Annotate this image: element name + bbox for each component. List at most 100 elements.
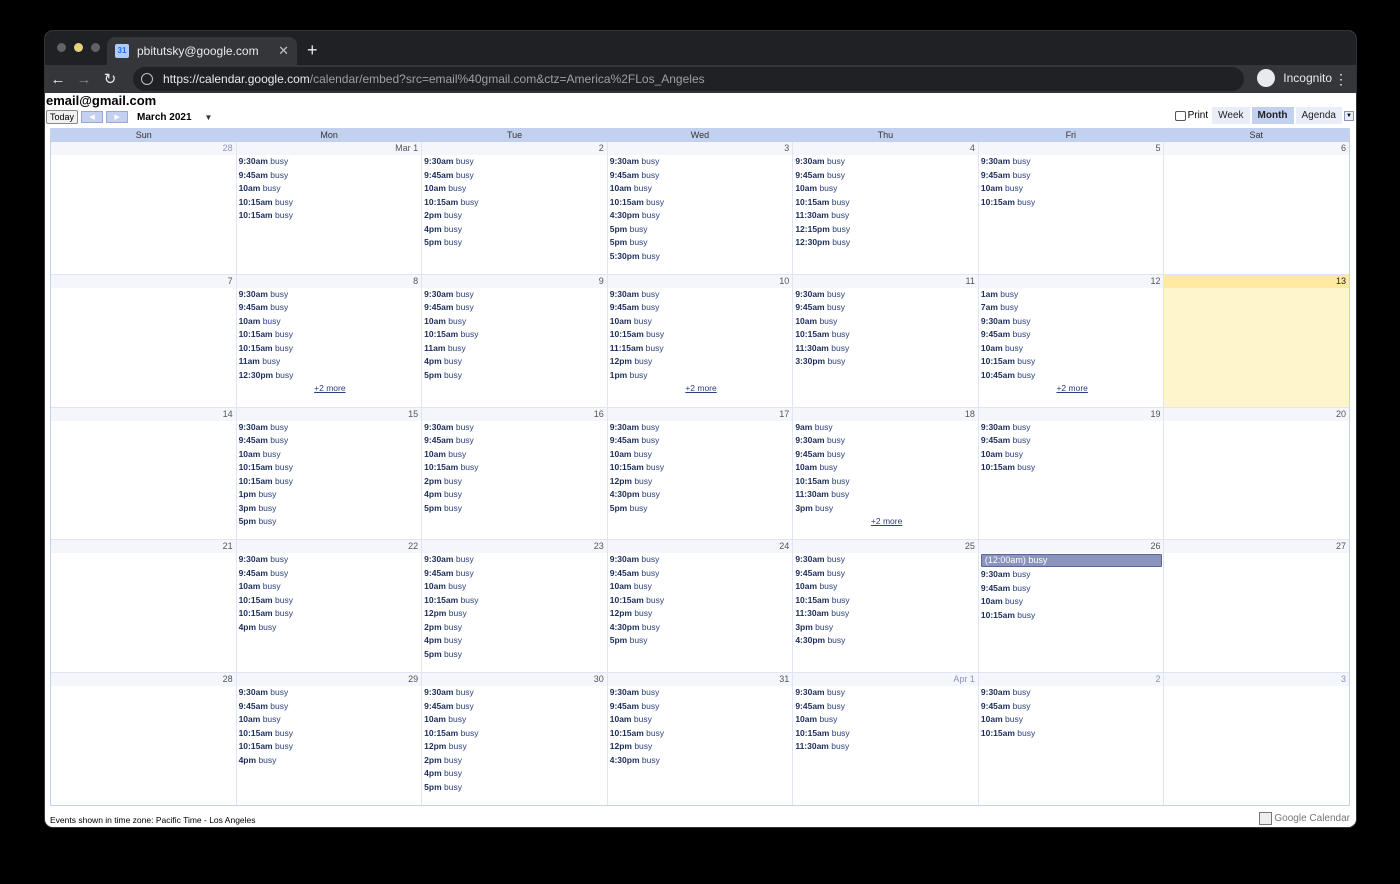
maximize-window-button[interactable]	[91, 43, 100, 52]
event-item[interactable]: 9:45am busy	[610, 434, 793, 448]
event-item[interactable]: 9:30am busy	[795, 155, 978, 169]
event-item[interactable]: 9:30am busy	[795, 553, 978, 567]
day-number[interactable]: 30	[422, 673, 607, 687]
day-number[interactable]: Apr 1	[793, 673, 978, 687]
day-number[interactable]: 16	[422, 407, 607, 421]
event-item[interactable]: 10:15am busy	[981, 461, 1164, 475]
event-item[interactable]: 10am busy	[981, 595, 1164, 609]
event-item[interactable]: 10:15am busy	[239, 475, 422, 489]
event-item[interactable]: 10am busy	[981, 713, 1164, 727]
more-events-link[interactable]: +2 more	[610, 382, 793, 395]
event-item[interactable]: 10am busy	[981, 448, 1164, 462]
event-item[interactable]: 10am busy	[239, 315, 422, 329]
event-item[interactable]: 4:30pm busy	[610, 488, 793, 502]
browser-tab[interactable]: 31 pbitutsky@google.com ✕	[107, 37, 297, 65]
day-number[interactable]: Mar 1	[236, 142, 422, 155]
day-number[interactable]: 19	[978, 407, 1164, 421]
day-cell[interactable]: Mar 1 9:30am busy 9:45am busy 10am busy 10:1…	[235, 142, 422, 274]
event-item[interactable]: 4:30pm busy	[610, 621, 793, 635]
more-events-link[interactable]: +2 more	[795, 515, 978, 528]
event-item[interactable]: 9:45am busy	[239, 567, 422, 581]
event-item[interactable]: 10:15am busy	[239, 342, 422, 356]
event-item[interactable]: 9:45am busy	[981, 169, 1164, 183]
event-item[interactable]: 10am busy	[424, 315, 607, 329]
event-item[interactable]: 9:45am busy	[981, 434, 1164, 448]
event-item[interactable]: 10:15am busy	[239, 196, 422, 210]
event-item[interactable]: 10:15am busy	[424, 594, 607, 608]
day-number[interactable]: 27	[1164, 540, 1350, 554]
event-item[interactable]: 3pm busy	[795, 502, 978, 516]
event-item[interactable]: 9:45am busy	[610, 169, 793, 183]
event-item[interactable]: 10am busy	[795, 713, 978, 727]
day-cell[interactable]: 30 9:30am busy 9:45am busy 10am busy 10:15am…	[421, 673, 607, 805]
day-number[interactable]: 25	[793, 540, 978, 554]
event-item[interactable]: 12:30pm busy	[239, 369, 422, 383]
event-item[interactable]: 10am busy	[239, 182, 422, 196]
day-number[interactable]: 11	[793, 274, 978, 288]
event-item[interactable]: 10:45am busy	[981, 369, 1164, 383]
event-item[interactable]: 9:45am busy	[795, 169, 978, 183]
day-number[interactable]: 8	[236, 274, 422, 288]
event-item[interactable]: 9:45am busy	[981, 700, 1164, 714]
event-item[interactable]: 10am busy	[795, 580, 978, 594]
day-number[interactable]: 2	[978, 673, 1164, 687]
day-cell[interactable]: 20	[1163, 407, 1350, 540]
event-item[interactable]: 4pm busy	[424, 223, 607, 237]
day-cell[interactable]: 6	[1163, 142, 1350, 274]
event-item[interactable]: 11:30am busy	[795, 342, 978, 356]
event-item[interactable]: 9:30am busy	[239, 553, 422, 567]
event-item[interactable]: 9:45am busy	[239, 434, 422, 448]
event-item[interactable]: 2pm busy	[424, 754, 607, 768]
event-item[interactable]: 9:45am busy	[424, 567, 607, 581]
event-item[interactable]: 4pm busy	[424, 634, 607, 648]
event-item[interactable]: 10:15am busy	[795, 475, 978, 489]
event-item[interactable]: 1am busy	[981, 288, 1164, 302]
event-item[interactable]: 9:45am busy	[795, 301, 978, 315]
event-item[interactable]: 12pm busy	[610, 355, 793, 369]
event-item[interactable]: 10am busy	[239, 580, 422, 594]
day-cell[interactable]: 3	[1163, 673, 1350, 805]
event-item[interactable]: 9:30am busy	[239, 686, 422, 700]
day-cell[interactable]: 26 (12:00am) busy 9:30am busy 9:45am busy 10…	[977, 540, 1164, 673]
day-number[interactable]: 23	[422, 540, 607, 554]
day-number[interactable]: 14	[51, 407, 236, 421]
event-item[interactable]: 10am busy	[795, 182, 978, 196]
day-cell[interactable]: 25 9:30am busy 9:45am busy 10am busy 10:15am…	[792, 540, 978, 673]
day-number[interactable]: 3	[1164, 673, 1350, 687]
event-item[interactable]: 2pm busy	[424, 621, 607, 635]
event-item[interactable]: 4:30pm busy	[610, 209, 793, 223]
event-item[interactable]: 9:45am busy	[610, 301, 793, 315]
day-cell[interactable]: 2 9:30am busy 9:45am busy 10am busy 10:15am …	[421, 142, 607, 274]
new-tab-icon[interactable]: +	[307, 40, 318, 61]
event-item[interactable]: 12:15pm busy	[795, 223, 978, 237]
day-cell[interactable]: 13	[1163, 274, 1350, 407]
event-item[interactable]: 10am busy	[981, 342, 1164, 356]
event-item[interactable]: 11:30am busy	[795, 607, 978, 621]
day-cell[interactable]: 2 9:30am busy 9:45am busy 10am busy 10:15am …	[977, 673, 1164, 805]
event-item[interactable]: 2pm busy	[424, 475, 607, 489]
event-item[interactable]: 9:45am busy	[795, 567, 978, 581]
event-item[interactable]: 9:30am busy	[610, 155, 793, 169]
event-item[interactable]: 9:30am busy	[424, 155, 607, 169]
day-number[interactable]: 15	[236, 407, 422, 421]
day-cell[interactable]: Apr 1 9:30am busy 9:45am busy 10am busy 10:1…	[792, 673, 978, 805]
event-item[interactable]: 9:30am busy	[795, 686, 978, 700]
event-item[interactable]: 10:15am busy	[981, 355, 1164, 369]
day-cell[interactable]: 31 9:30am busy 9:45am busy 10am busy 10:15am…	[606, 673, 793, 805]
event-item[interactable]: 9:30am busy	[424, 288, 607, 302]
event-item[interactable]: 4:30pm busy	[610, 754, 793, 768]
event-item[interactable]: 11:15am busy	[610, 342, 793, 356]
day-number[interactable]: 28	[51, 673, 236, 687]
event-item[interactable]: 5pm busy	[424, 648, 607, 662]
reload-icon[interactable]: ↻	[97, 70, 123, 88]
event-item[interactable]: 12pm busy	[610, 607, 793, 621]
event-item[interactable]: 10:15am busy	[610, 594, 793, 608]
event-item[interactable]: 10:15am busy	[981, 727, 1164, 741]
tab-week[interactable]: Week	[1212, 107, 1250, 124]
event-item[interactable]: 12pm busy	[610, 475, 793, 489]
day-cell[interactable]: 21	[51, 540, 236, 672]
day-cell[interactable]: 14	[51, 407, 236, 540]
event-item[interactable]: 9:45am busy	[795, 448, 978, 462]
event-item[interactable]: 12:30pm busy	[795, 236, 978, 250]
event-item[interactable]: 10:15am busy	[239, 740, 422, 754]
